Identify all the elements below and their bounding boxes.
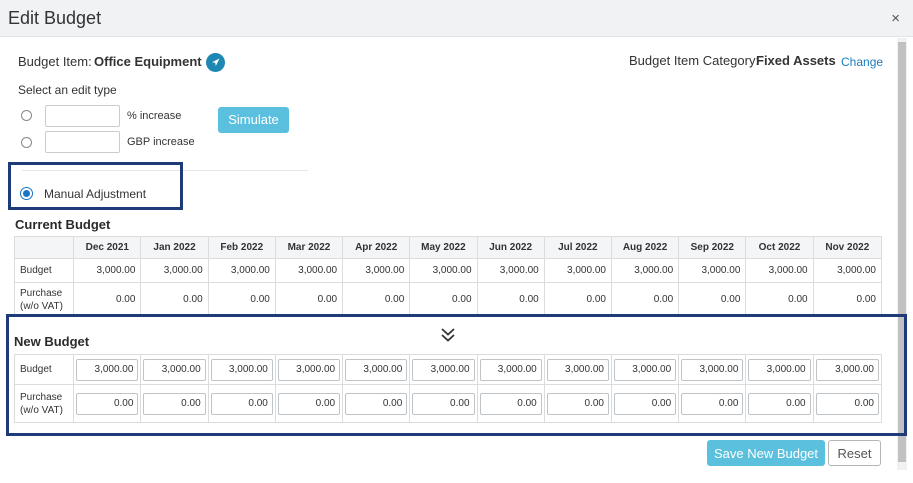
new-purchase-input[interactable] [210, 392, 273, 415]
row-label: Purchase (w/o VAT) [13, 384, 75, 423]
save-new-budget-button[interactable]: Save New Budget [707, 440, 825, 466]
new-budget-input[interactable] [479, 358, 542, 381]
new-purchase-input[interactable] [479, 392, 542, 415]
purchase-cell: 0.00 [543, 282, 612, 317]
month-header: Jan 2022 [140, 236, 209, 259]
navigate-arrow-icon[interactable] [206, 53, 225, 72]
gbp-increase-radio[interactable] [21, 137, 32, 148]
month-header-row: Dec 2021 Jan 2022 Feb 2022 Mar 2022 Apr … [13, 236, 883, 259]
new-budget-title: New Budget [14, 334, 90, 349]
budget-cell: 3,000.00 [476, 258, 545, 283]
double-chevron-down-icon[interactable] [439, 326, 457, 344]
current-budget-title: Current Budget [15, 217, 111, 232]
category-value: Fixed Assets [756, 53, 836, 68]
row-label: Budget [13, 258, 75, 283]
budget-cell: 3,000.00 [409, 258, 478, 283]
reset-button[interactable]: Reset [828, 440, 881, 466]
purchase-cell: 0.00 [476, 282, 545, 317]
new-budget-input[interactable] [613, 358, 677, 381]
new-budget-input[interactable] [76, 358, 139, 381]
month-header: May 2022 [409, 236, 478, 259]
new-budget-input[interactable] [546, 358, 609, 381]
simulate-button[interactable]: Simulate [218, 107, 289, 133]
budget-cell: 3,000.00 [812, 258, 883, 283]
month-header: Apr 2022 [342, 236, 411, 259]
month-header: Oct 2022 [745, 236, 814, 259]
table-row: Purchase (w/o VAT) [13, 384, 883, 423]
budget-cell: 3,000.00 [73, 258, 142, 283]
percent-increase-input[interactable] [45, 105, 120, 127]
month-header: Jul 2022 [543, 236, 612, 259]
new-purchase-input[interactable] [412, 392, 475, 415]
edit-type-heading: Select an edit type [18, 83, 117, 97]
new-purchase-input[interactable] [681, 392, 744, 415]
new-budget-input[interactable] [815, 358, 879, 381]
budget-cell: 3,000.00 [140, 258, 209, 283]
month-header: Nov 2022 [812, 236, 883, 259]
new-budget-input[interactable] [681, 358, 744, 381]
manual-adjustment-highlight [8, 162, 183, 210]
dialog-header: Edit Budget × [0, 0, 913, 37]
month-header: Mar 2022 [274, 236, 344, 259]
month-header: Sep 2022 [678, 236, 747, 259]
percent-increase-radio[interactable] [21, 110, 32, 121]
new-budget-table: Budget Purchase (w/o VAT) [13, 354, 883, 423]
new-budget-input[interactable] [345, 358, 408, 381]
table-row: Budget [13, 354, 883, 385]
change-category-link[interactable]: Change [841, 55, 883, 69]
purchase-cell: 0.00 [274, 282, 344, 317]
budget-cell: 3,000.00 [543, 258, 612, 283]
new-purchase-input[interactable] [546, 392, 609, 415]
gbp-increase-label: GBP increase [127, 136, 195, 148]
new-budget-input[interactable] [143, 358, 206, 381]
close-icon[interactable]: × [891, 10, 900, 27]
budget-cell: 3,000.00 [342, 258, 411, 283]
purchase-cell: 0.00 [812, 282, 883, 317]
purchase-cell: 0.00 [745, 282, 814, 317]
new-purchase-input[interactable] [345, 392, 408, 415]
purchase-cell: 0.00 [140, 282, 209, 317]
purchase-cell: 0.00 [207, 282, 276, 317]
table-row: Budget 3,000.00 3,000.00 3,000.00 3,000.… [13, 258, 883, 283]
row-label: Purchase (w/o VAT) [13, 282, 75, 317]
header-corner [13, 236, 75, 259]
new-budget-input[interactable] [412, 358, 475, 381]
budget-cell: 3,000.00 [610, 258, 680, 283]
budget-item-value: Office Equipment [94, 54, 202, 69]
percent-increase-label: % increase [127, 110, 182, 122]
new-purchase-input[interactable] [613, 392, 677, 415]
new-purchase-input[interactable] [277, 392, 341, 415]
purchase-cell: 0.00 [678, 282, 747, 317]
purchase-cell: 0.00 [73, 282, 142, 317]
budget-cell: 3,000.00 [745, 258, 814, 283]
new-budget-input[interactable] [748, 358, 811, 381]
radio-selected-dot [23, 190, 30, 197]
new-purchase-input[interactable] [748, 392, 811, 415]
budget-cell: 3,000.00 [678, 258, 747, 283]
category-label: Budget Item Category: [629, 53, 760, 68]
month-header: Jun 2022 [476, 236, 545, 259]
current-budget-table: Dec 2021 Jan 2022 Feb 2022 Mar 2022 Apr … [13, 236, 883, 317]
month-header: Dec 2021 [73, 236, 142, 259]
new-budget-input[interactable] [277, 358, 341, 381]
manual-adjustment-radio[interactable] [20, 187, 33, 200]
purchase-cell: 0.00 [342, 282, 411, 317]
budget-cell: 3,000.00 [274, 258, 344, 283]
table-row: Purchase (w/o VAT) 0.00 0.00 0.00 0.00 0… [13, 282, 883, 317]
new-purchase-input[interactable] [143, 392, 206, 415]
month-header: Feb 2022 [207, 236, 276, 259]
row-label: Budget [13, 354, 75, 385]
gbp-increase-input[interactable] [45, 131, 120, 153]
new-purchase-input[interactable] [76, 392, 139, 415]
new-purchase-input[interactable] [815, 392, 879, 415]
month-header: Aug 2022 [610, 236, 680, 259]
purchase-cell: 0.00 [610, 282, 680, 317]
budget-cell: 3,000.00 [207, 258, 276, 283]
dialog-title: Edit Budget [8, 8, 102, 28]
new-budget-input[interactable] [210, 358, 273, 381]
budget-item-label: Budget Item: [18, 54, 92, 69]
purchase-cell: 0.00 [409, 282, 478, 317]
manual-adjustment-label: Manual Adjustment [44, 187, 147, 201]
